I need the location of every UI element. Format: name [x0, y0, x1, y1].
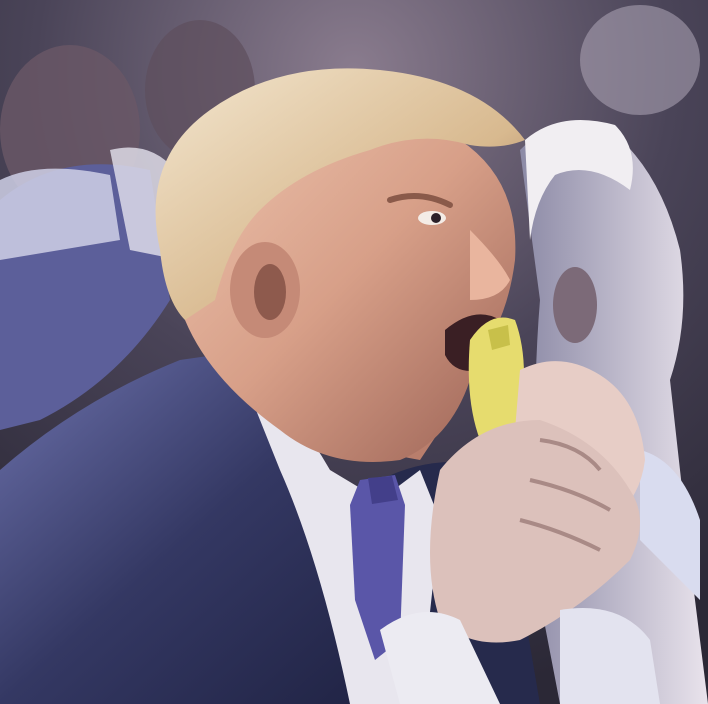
background-man-ear — [553, 267, 597, 343]
crowd-light-right — [580, 5, 700, 115]
photo-scene — [0, 0, 708, 704]
ear-inner — [254, 264, 286, 320]
eye-pupil — [431, 213, 441, 223]
painted-photo — [0, 0, 708, 704]
